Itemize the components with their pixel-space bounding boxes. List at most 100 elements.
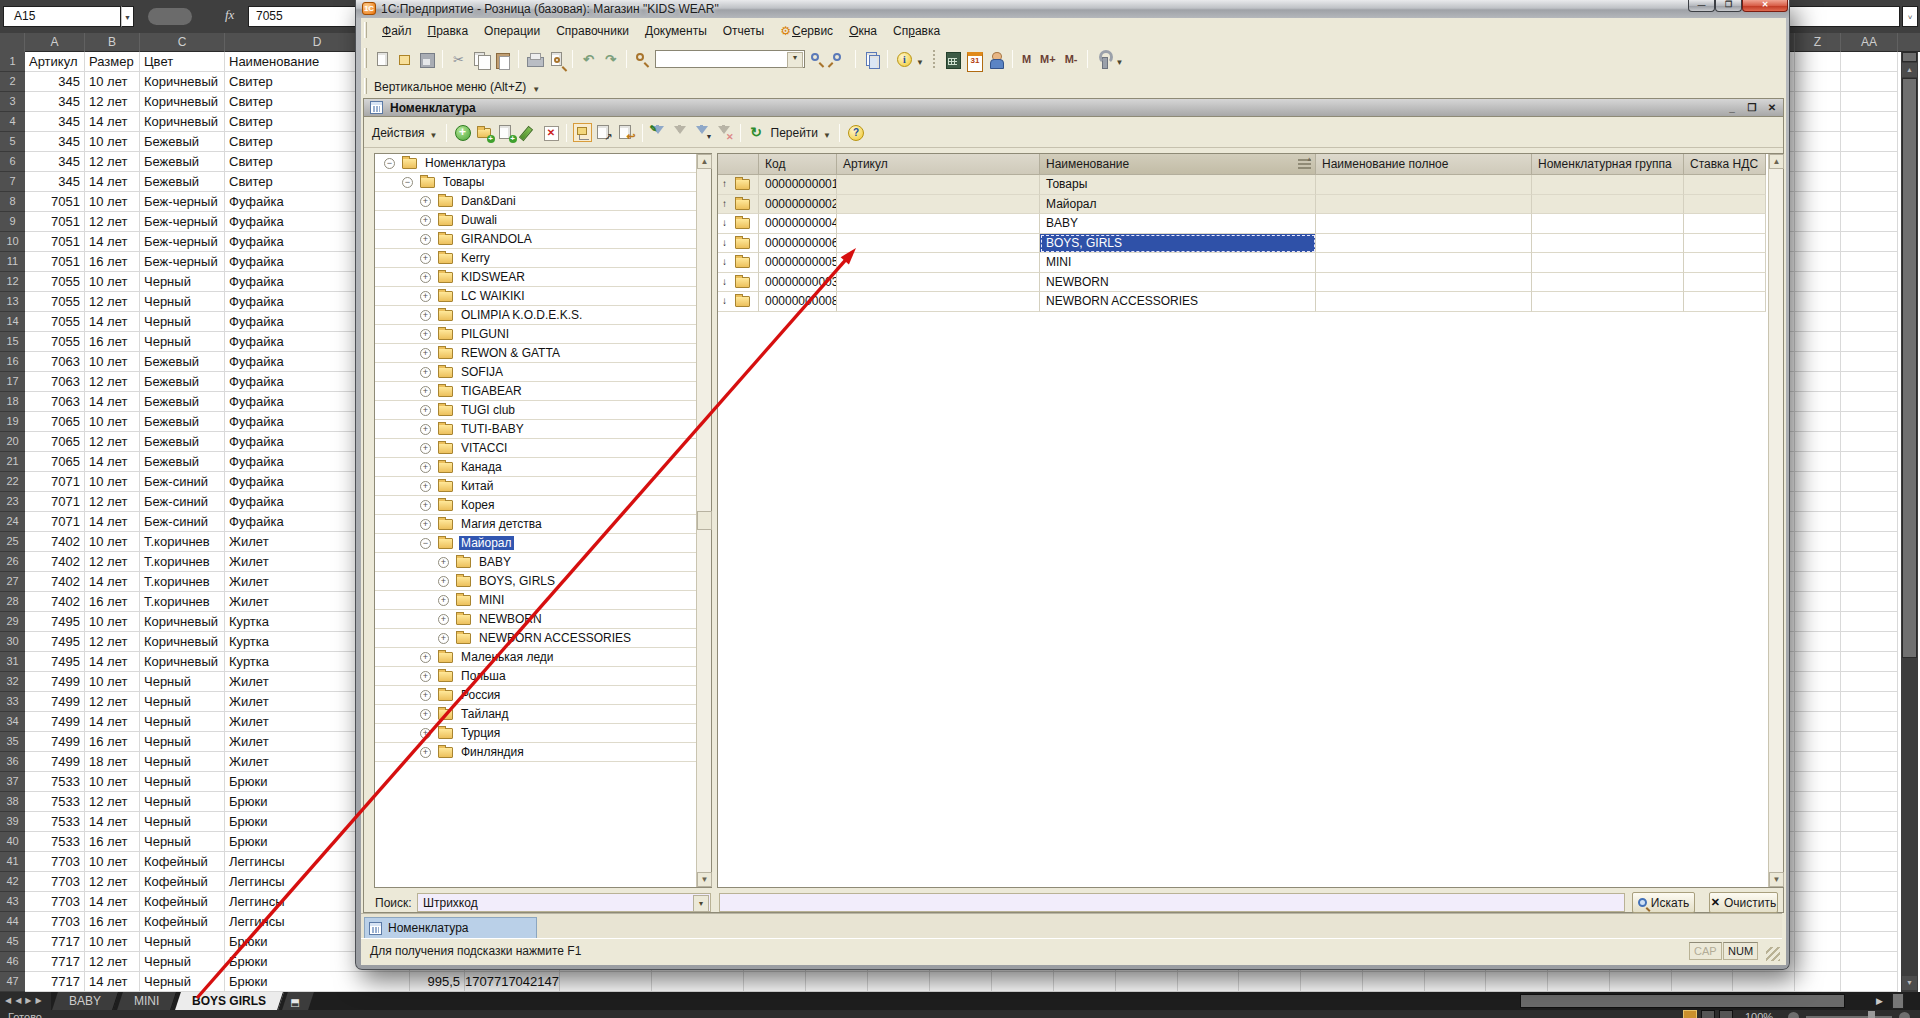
tree-item-label[interactable]: Kerry xyxy=(459,251,492,265)
table-row-Майорал[interactable]: ↑00000000002Майорал xyxy=(718,195,1766,215)
row-header-27[interactable]: 27 xyxy=(0,572,25,592)
expand-icon[interactable]: + xyxy=(438,633,449,644)
actions-caret-icon[interactable]: ▼ xyxy=(430,125,440,140)
cell[interactable]: 14 лет xyxy=(85,112,140,132)
cell[interactable] xyxy=(1486,972,1548,992)
tree-item-label[interactable]: SOFIJA xyxy=(459,365,505,379)
cell[interactable]: 14 лет xyxy=(85,712,140,732)
code-cell[interactable]: 00000000003 xyxy=(759,273,837,293)
cell[interactable]: Бежевый xyxy=(140,152,225,172)
cell[interactable]: 12 лет xyxy=(85,492,140,512)
expand-icon[interactable]: + xyxy=(420,367,431,378)
cell[interactable]: 7051 xyxy=(25,232,85,252)
cell[interactable]: 7703 xyxy=(25,892,85,912)
expand-icon[interactable]: + xyxy=(420,253,431,264)
expand-icon[interactable]: + xyxy=(420,652,431,663)
select-mode-icon[interactable] xyxy=(595,123,614,142)
row-header-46[interactable]: 46 xyxy=(0,952,25,972)
cell[interactable]: 12 лет xyxy=(85,552,140,572)
cell[interactable] xyxy=(837,253,1040,273)
cell[interactable]: 7402 xyxy=(25,572,85,592)
cell[interactable] xyxy=(1301,972,1363,992)
cell[interactable]: Коричневый xyxy=(140,112,225,132)
tree-item-label[interactable]: BOYS, GIRLS xyxy=(477,574,557,588)
scrollbar-thumb[interactable] xyxy=(1902,78,1917,658)
cell[interactable]: Бежевый xyxy=(140,452,225,472)
cell[interactable] xyxy=(1841,372,1898,392)
cell[interactable]: Черный xyxy=(140,312,225,332)
cell[interactable] xyxy=(1841,532,1898,552)
cell[interactable] xyxy=(837,214,1040,234)
cell[interactable]: 10 лет xyxy=(85,472,140,492)
zoom-slider-thumb[interactable] xyxy=(1868,1011,1875,1018)
tree-item-Магия детства[interactable]: +Магия детства xyxy=(375,515,696,534)
cell[interactable]: 7051 xyxy=(25,192,85,212)
cell[interactable]: 7402 xyxy=(25,552,85,572)
cell[interactable] xyxy=(837,273,1040,293)
cell[interactable] xyxy=(1841,712,1898,732)
tree-item-label[interactable]: Россия xyxy=(459,688,502,702)
cell[interactable]: 345 xyxy=(25,172,85,192)
cut-icon[interactable]: ✂ xyxy=(449,50,468,69)
cell[interactable] xyxy=(1684,175,1766,195)
cell[interactable]: 7499 xyxy=(25,672,85,692)
filter-clear-icon[interactable]: ✕ xyxy=(715,123,734,142)
cell[interactable]: 10 лет xyxy=(85,72,140,92)
settings-wrench-icon[interactable] xyxy=(1094,50,1113,69)
memory-mplus-button[interactable]: M+ xyxy=(1037,53,1059,65)
cell[interactable]: 10 лет xyxy=(85,772,140,792)
cell[interactable]: Бежевый xyxy=(140,172,225,192)
cell[interactable] xyxy=(1733,972,1795,992)
cell[interactable]: 7717 xyxy=(25,972,85,992)
column-header-Наименование полное[interactable]: Наименование полное xyxy=(1316,154,1532,175)
cell[interactable]: 345 xyxy=(25,72,85,92)
cell[interactable]: Бежевый xyxy=(140,132,225,152)
scrollbar-split-handle[interactable] xyxy=(1902,52,1917,62)
cell[interactable] xyxy=(1795,112,1841,132)
row-header-19[interactable]: 19 xyxy=(0,412,25,432)
row-header-31[interactable]: 31 xyxy=(0,652,25,672)
cell[interactable] xyxy=(1795,292,1841,312)
table-row-BOYS, GIRLS[interactable]: ↓00000000006BOYS, GIRLS xyxy=(718,234,1766,254)
cell[interactable]: 14 лет xyxy=(85,512,140,532)
tree-item-TUTI-BABY[interactable]: +TUTI-BABY xyxy=(375,420,696,439)
cell[interactable] xyxy=(1795,352,1841,372)
cell[interactable] xyxy=(1532,292,1684,312)
cell[interactable] xyxy=(1795,932,1841,952)
cell[interactable] xyxy=(1795,392,1841,412)
tree-item-Канада[interactable]: +Канада xyxy=(375,458,696,477)
column-header-Код[interactable]: Код xyxy=(759,154,837,175)
copy-icon[interactable] xyxy=(471,50,490,69)
undo-icon[interactable]: ↶ xyxy=(579,50,598,69)
row-header-30[interactable]: 30 xyxy=(0,632,25,652)
cell[interactable] xyxy=(1795,512,1841,532)
cell[interactable]: 10 лет xyxy=(85,852,140,872)
cell[interactable]: Т.коричнев xyxy=(140,552,225,572)
add-item-icon[interactable] xyxy=(453,123,472,142)
row-header-24[interactable]: 24 xyxy=(0,512,25,532)
cell[interactable] xyxy=(1795,772,1841,792)
row-header-36[interactable]: 36 xyxy=(0,752,25,772)
cell[interactable] xyxy=(1795,172,1841,192)
select-all-corner[interactable] xyxy=(0,33,25,52)
cell[interactable] xyxy=(1532,175,1684,195)
cell[interactable]: Черный xyxy=(140,752,225,772)
add-copy-icon[interactable]: + xyxy=(497,123,516,142)
cell[interactable] xyxy=(1841,732,1898,752)
cell[interactable]: Беж-синий xyxy=(140,512,225,532)
expand-icon[interactable]: + xyxy=(438,576,449,587)
cell[interactable] xyxy=(1841,412,1898,432)
cell[interactable] xyxy=(1841,332,1898,352)
row-header-35[interactable]: 35 xyxy=(0,732,25,752)
tree-item-label[interactable]: NEWBORN xyxy=(477,612,544,626)
name-box-dropdown-icon[interactable]: ▼ xyxy=(121,6,134,27)
cell[interactable] xyxy=(1841,192,1898,212)
cell[interactable] xyxy=(1795,672,1841,692)
cell[interactable]: 16 лет xyxy=(85,332,140,352)
cell[interactable]: 7717 xyxy=(25,952,85,972)
new-document-icon[interactable] xyxy=(373,50,392,69)
cell[interactable]: 12 лет xyxy=(85,92,140,112)
cell[interactable]: 18 лет xyxy=(85,752,140,772)
row-header-10[interactable]: 10 xyxy=(0,232,25,252)
row-header-29[interactable]: 29 xyxy=(0,612,25,632)
